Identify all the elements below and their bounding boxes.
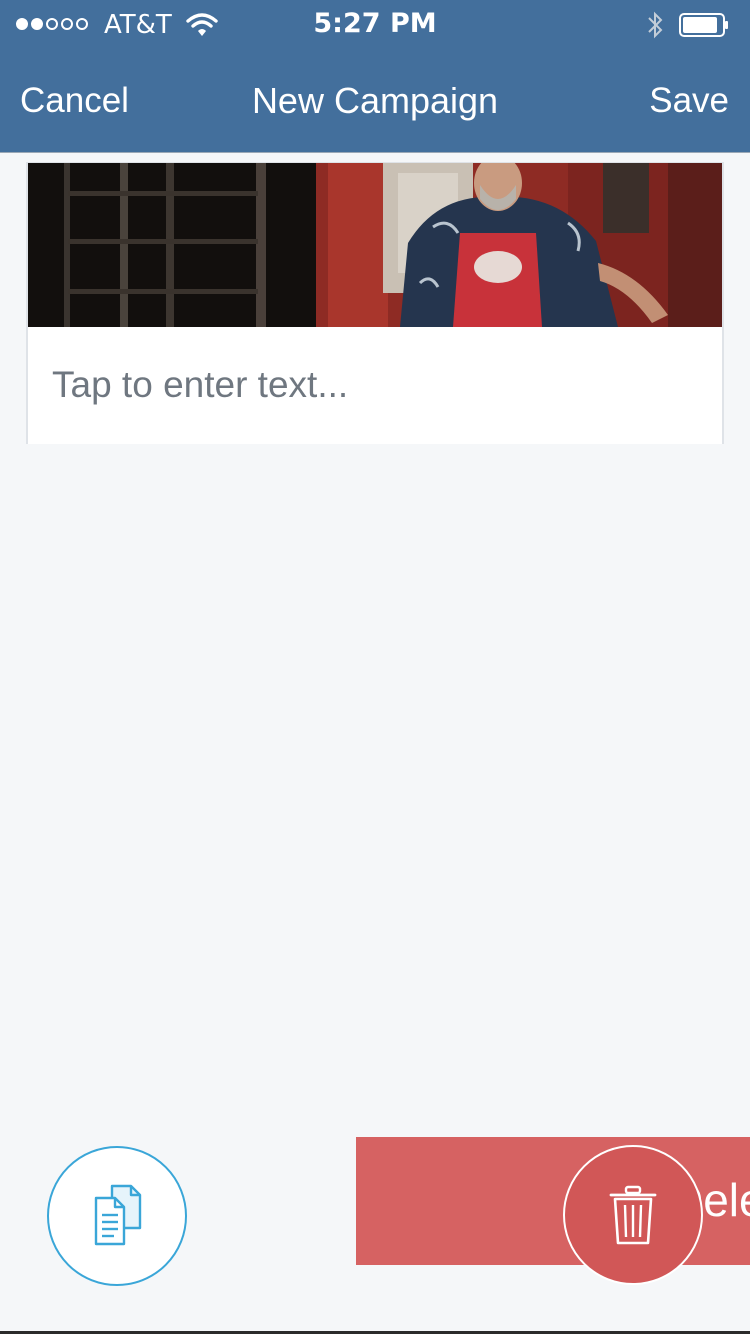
bluetooth-icon [648,11,663,39]
page-title: New Campaign [251,80,499,121]
trash-icon [609,1185,657,1245]
status-time: 5:27 PM [313,8,437,39]
duplicate-button[interactable] [47,1146,187,1286]
app-header: AT&T 5:27 PM Cancel New Campaign Save [0,0,750,153]
card-text-input[interactable]: Tap to enter text... [52,362,348,408]
campaign-header-image[interactable] [28,163,722,327]
navigation-bar: Cancel New Campaign Save [0,70,750,134]
delete-button[interactable] [563,1145,703,1285]
campaign-card: Tap to enter text... [26,162,724,444]
status-bar: AT&T 5:27 PM [0,0,750,50]
battery-icon [679,13,728,37]
copy-documents-icon [94,1184,142,1246]
save-button[interactable]: Save [649,78,729,124]
